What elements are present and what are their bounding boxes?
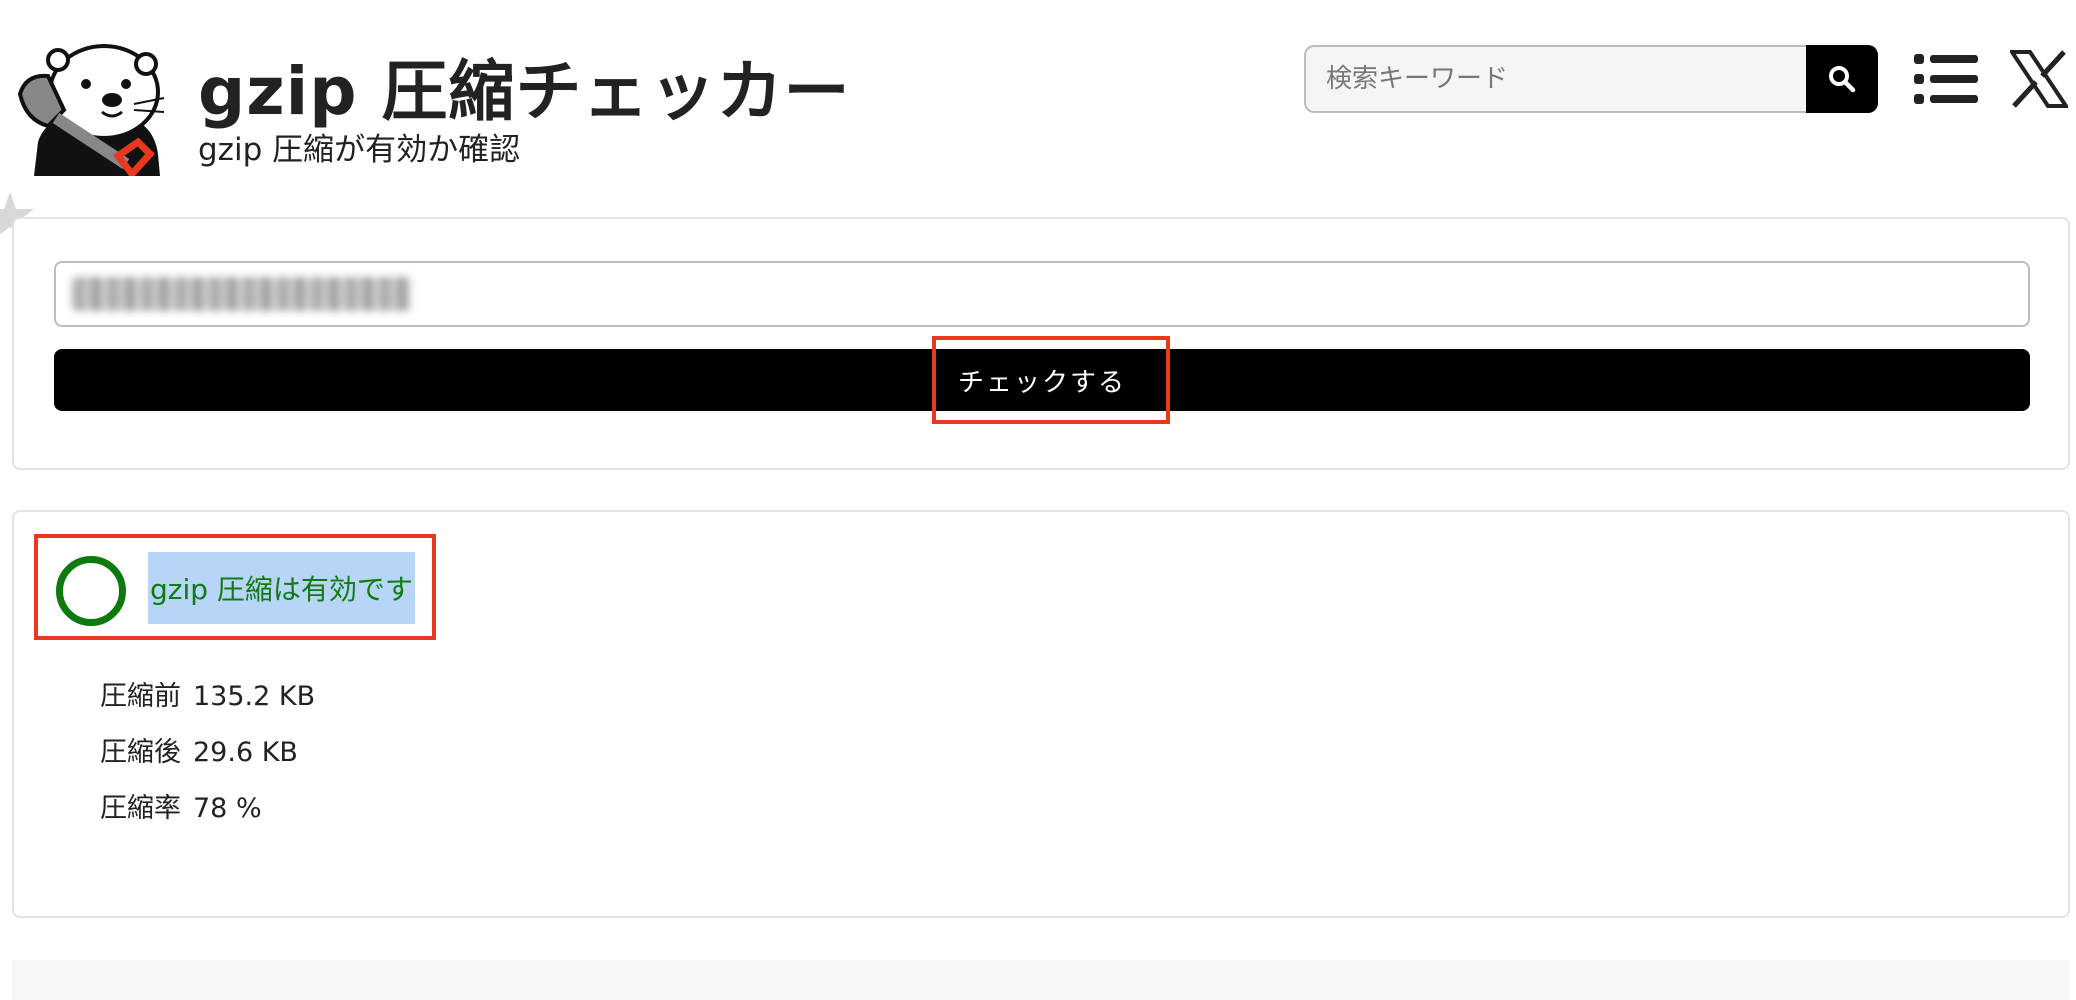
stat-label: 圧縮後 bbox=[100, 737, 181, 768]
x-icon[interactable] bbox=[2010, 50, 2068, 108]
highlight-box-check-button bbox=[932, 336, 1170, 424]
stat-value: 78 % bbox=[193, 793, 262, 824]
stat-value: 135.2 KB bbox=[193, 681, 316, 712]
result-card: gzip 圧縮は有効です 圧縮前 135.2 KB 圧縮後 29.6 KB 圧縮率 7… bbox=[12, 510, 2070, 918]
stat-value: 29.6 KB bbox=[193, 737, 298, 768]
site-header: gzip 圧縮チェッカー gzip 圧縮が有効か確認 bbox=[0, 0, 2076, 190]
blurred-url-text bbox=[72, 277, 412, 311]
check-form-card: チェックする bbox=[12, 217, 2070, 470]
search-icon bbox=[1829, 66, 1856, 93]
list-menu-icon[interactable] bbox=[1914, 52, 1978, 106]
stat-row-before: 圧縮前 135.2 KB bbox=[100, 674, 315, 730]
search-form bbox=[1304, 45, 1878, 113]
stat-row-ratio: 圧縮率 78 % bbox=[100, 786, 315, 842]
stat-row-after: 圧縮後 29.6 KB bbox=[100, 730, 315, 786]
search-input[interactable] bbox=[1304, 45, 1806, 113]
ok-circle-icon bbox=[56, 556, 126, 626]
site-subtitle: gzip 圧縮が有効か確認 bbox=[198, 132, 521, 168]
stat-label: 圧縮前 bbox=[100, 681, 181, 712]
footer-area bbox=[12, 960, 2070, 1000]
stat-label: 圧縮率 bbox=[100, 793, 181, 824]
compression-stats: 圧縮前 135.2 KB 圧縮後 29.6 KB 圧縮率 78 % bbox=[100, 674, 315, 842]
site-title[interactable]: gzip 圧縮チェッカー bbox=[198, 38, 851, 134]
search-button[interactable] bbox=[1806, 45, 1878, 113]
otter-with-shovel-icon[interactable] bbox=[14, 34, 166, 176]
result-status-text: gzip 圧縮は有効です bbox=[148, 552, 415, 624]
